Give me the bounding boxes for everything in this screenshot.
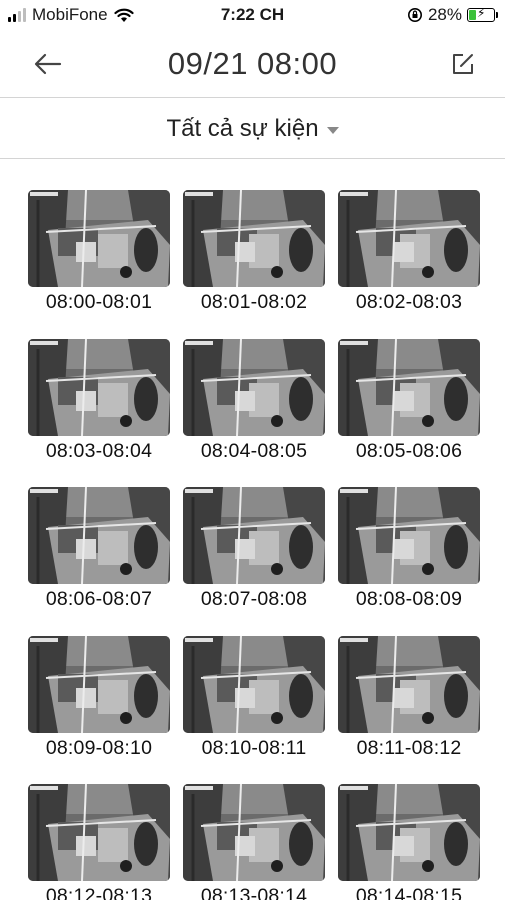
- clip-thumbnail: [338, 190, 480, 287]
- clip-time-range: 08:03-08:04: [45, 439, 153, 462]
- clip-thumbnail: [338, 487, 480, 584]
- clip-time-range: 08:04-08:05: [200, 439, 308, 462]
- clip-thumbnail: [183, 635, 325, 733]
- clip-item[interactable]: 08:02-08:03: [338, 190, 480, 339]
- clip-item[interactable]: 08:04-08:05: [183, 338, 325, 488]
- clip-thumbnail: [183, 338, 325, 436]
- page-title: 09/21 08:00: [167, 46, 338, 81]
- clip-item[interactable]: 08:06-08:07: [28, 487, 170, 636]
- clip-item[interactable]: 08:10-08:11: [183, 635, 325, 785]
- clip-thumbnail: [28, 487, 170, 584]
- clip-thumbnail: [28, 338, 170, 436]
- edit-icon: [453, 54, 473, 74]
- battery-percent: 28%: [427, 5, 462, 24]
- clip-thumbnail: [28, 190, 170, 287]
- header: 09/21 08:00: [0, 30, 505, 98]
- clip-item[interactable]: 08:13-08:14: [183, 784, 325, 900]
- battery-charging-icon: ⚡: [467, 6, 498, 22]
- event-filter-label: Tất cả sự kiện: [166, 114, 319, 142]
- battery-level: [469, 10, 476, 20]
- edit-button[interactable]: [445, 46, 481, 82]
- clip-time-range: 08:06-08:07: [45, 588, 153, 610]
- clip-thumbnail: [183, 784, 325, 881]
- clip-item[interactable]: 08:09-08:10: [28, 635, 170, 785]
- clip-thumbnail: [338, 635, 480, 733]
- clip-time-range: 08:08-08:09: [355, 588, 463, 610]
- clip-item[interactable]: 08:08-08:09: [338, 487, 480, 636]
- clip-time-range: 08:10-08:11: [201, 736, 307, 759]
- clip-thumbnail: [338, 784, 480, 881]
- clip-thumbnail: [183, 487, 325, 584]
- clip-time-range: 08:12-08:13: [45, 885, 153, 900]
- status-bar: MobiFone 7:22 CH 28% ⚡: [0, 0, 505, 30]
- clip-thumbnail: [28, 784, 170, 881]
- clip-item[interactable]: 08:00-08:01: [28, 190, 170, 339]
- clip-item[interactable]: 08:07-08:08: [183, 487, 325, 636]
- clip-item[interactable]: 08:01-08:02: [183, 190, 325, 339]
- event-filter-dropdown[interactable]: Tất cả sự kiện: [0, 99, 505, 159]
- clip-thumbnail: [28, 635, 170, 733]
- clip-item[interactable]: 08:03-08:04: [28, 338, 170, 488]
- clip-time-range: 08:07-08:08: [200, 588, 308, 610]
- clip-item[interactable]: 08:11-08:12: [338, 635, 480, 785]
- clip-thumbnail: [183, 190, 325, 287]
- clip-item[interactable]: 08:14-08:15: [338, 784, 480, 900]
- clip-time-range: 08:14-08:15: [355, 885, 463, 900]
- clip-time-range: 08:00-08:01: [45, 291, 153, 313]
- clip-time-range: 08:01-08:02: [200, 291, 308, 313]
- status-right: 28% ⚡: [407, 5, 498, 25]
- clip-time-range: 08:13-08:14: [200, 885, 308, 900]
- clip-grid: 08:00-08:01 08:01-08:02 08:02-08:03 08:0…: [28, 190, 480, 900]
- orientation-lock-icon: [407, 8, 422, 22]
- caret-down-icon: [326, 126, 339, 134]
- clip-time-range: 08:09-08:10: [45, 736, 153, 759]
- clip-time-range: 08:05-08:06: [355, 439, 463, 462]
- clip-thumbnail: [338, 338, 480, 436]
- clip-item[interactable]: 08:12-08:13: [28, 784, 170, 900]
- clip-time-range: 08:11-08:12: [356, 736, 462, 759]
- clip-time-range: 08:02-08:03: [355, 291, 463, 313]
- clip-item[interactable]: 08:05-08:06: [338, 338, 480, 488]
